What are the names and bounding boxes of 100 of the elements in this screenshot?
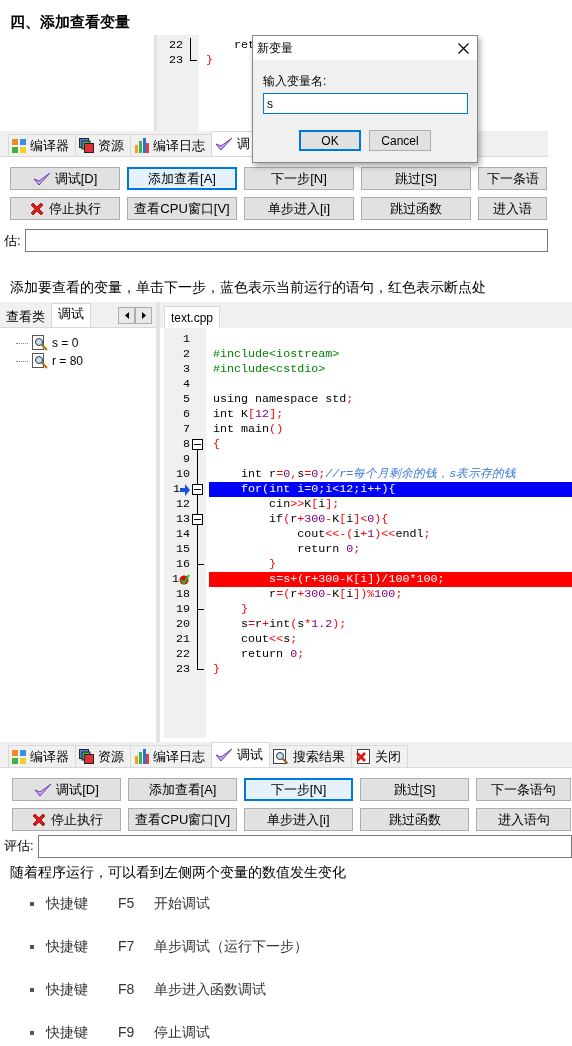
bullet-icon <box>30 901 34 906</box>
breakpoint-icon <box>179 574 190 585</box>
line-number: 22 <box>175 647 190 662</box>
panel-tab[interactable]: 资源 <box>75 745 131 767</box>
debug-button[interactable]: 添加查看[A] <box>127 167 237 190</box>
code-line: cout<<-(i+1)<<endl; <box>296 527 431 542</box>
code-line: using namespace std; <box>212 392 354 407</box>
debug-button[interactable]: 跳过函数 <box>361 197 471 220</box>
variable-name-field[interactable]: s <box>263 93 468 114</box>
tab-label: 资源 <box>98 136 124 155</box>
debug-button[interactable]: 下一步[N] <box>244 778 353 801</box>
line-number: 5 <box>183 392 190 407</box>
line-number: 8 <box>183 437 190 452</box>
code-line: #include<cstdio> <box>212 362 326 377</box>
debug-button[interactable]: 下一条语 <box>478 167 547 190</box>
debug-button[interactable]: 进入语 <box>478 197 547 220</box>
line-number: 1 <box>173 482 180 497</box>
line-number: 3 <box>183 362 190 377</box>
shortcut-action: 停止调试 <box>154 1023 210 1042</box>
shortcut-key: F8 <box>118 979 154 1000</box>
debug-button[interactable]: 下一条语句 <box>476 778 571 801</box>
line-number: 9 <box>183 452 190 467</box>
line-number: 2 <box>183 347 190 362</box>
tab-label: 资源 <box>98 747 124 766</box>
debug-button[interactable]: 调试[D] <box>10 167 120 190</box>
code-line: } <box>205 53 213 68</box>
line-number: 15 <box>175 542 190 557</box>
debug-button[interactable]: 跳过函数 <box>360 808 469 831</box>
bullet-icon <box>30 987 34 992</box>
dialog-button[interactable]: OK <box>299 130 361 151</box>
line-number: 14 <box>175 527 190 542</box>
panel-tab[interactable]: 编译日志 <box>130 134 212 156</box>
debug-button[interactable]: 单步进入[i] <box>244 808 353 831</box>
line-number: 21 <box>175 632 190 647</box>
watch-entry[interactable]: r = 80 <box>52 352 84 370</box>
close-icon <box>458 42 469 54</box>
debug-button[interactable]: 调试[D] <box>12 778 121 801</box>
debug-button[interactable]: 下一步[N] <box>244 167 354 190</box>
debug-button[interactable]: 单步进入[i] <box>244 197 354 220</box>
collapse-icon[interactable] <box>190 437 206 452</box>
debug-button[interactable]: 添加查看[A] <box>128 778 237 801</box>
line-number: 19 <box>175 602 190 617</box>
panel-tab[interactable]: 资源 <box>75 134 131 156</box>
code-line: } <box>268 557 277 572</box>
shortcut-action: 开始调试 <box>154 894 210 913</box>
code-line: if(r+300-K[i]<0){ <box>268 512 389 527</box>
code-line: } <box>212 662 220 677</box>
collapse-icon[interactable] <box>190 512 206 527</box>
tab-label: 调试 <box>237 746 263 765</box>
debug-button[interactable]: 查看CPU窗口[V] <box>127 197 237 220</box>
right-arrow-icon <box>141 312 146 319</box>
panel-tab[interactable]: 编译器 <box>8 134 76 156</box>
left-arrow-icon <box>124 312 129 319</box>
line-number: 16 <box>175 557 190 572</box>
check-icon <box>32 171 51 186</box>
bullet-icon <box>30 944 34 949</box>
grid-icon <box>12 749 26 764</box>
close-document-icon <box>355 748 371 765</box>
eval-field[interactable] <box>24 229 548 252</box>
bar-chart-icon <box>134 138 149 153</box>
panel-tab[interactable]: 调试 <box>51 303 91 327</box>
debug-button[interactable]: 跳过[S] <box>361 167 471 190</box>
panel-tab[interactable]: 关闭 <box>351 745 408 767</box>
line-number: 4 <box>183 377 190 392</box>
code-line: cout<<s; <box>240 632 298 647</box>
panel-tab[interactable]: 搜索结果 <box>269 745 352 767</box>
scroll-right-button[interactable] <box>135 307 152 324</box>
caption: 随着程序运行，可以看到左侧两个变量的数值发生变化 <box>10 863 347 882</box>
code-line: { <box>212 437 220 452</box>
code-line: } <box>240 602 249 617</box>
debug-button[interactable]: 进入语句 <box>476 808 571 831</box>
line-number: 1 <box>172 572 179 587</box>
collapse-icon[interactable] <box>190 482 206 497</box>
watch-entry[interactable]: s = 0 <box>52 334 79 352</box>
tab-label: 编译器 <box>30 136 69 155</box>
eval-field[interactable] <box>37 834 572 858</box>
debug-button[interactable]: 查看CPU窗口[V] <box>128 808 237 831</box>
code-line: s=r+int(s*1.2); <box>240 617 347 632</box>
dialog-button[interactable]: Cancel <box>369 130 431 151</box>
panel-tab[interactable]: 调试 <box>211 742 270 767</box>
debug-button[interactable]: 停止执行 <box>12 808 121 831</box>
line-number: 13 <box>175 512 190 527</box>
scroll-left-button[interactable] <box>118 307 135 324</box>
shortcut-label: 快捷键 <box>46 894 89 913</box>
cross-icon <box>30 811 47 828</box>
debug-button[interactable]: 跳过[S] <box>360 778 469 801</box>
panel-tab[interactable]: 编译日志 <box>130 745 212 767</box>
line-number: 20 <box>175 617 190 632</box>
panel-tab[interactable]: 查看类 <box>0 307 51 327</box>
panel-tab[interactable]: 编译器 <box>8 745 76 767</box>
fold-line <box>190 38 191 53</box>
file-tab[interactable]: text.cpp <box>164 306 221 328</box>
search-document-icon <box>273 748 289 765</box>
section-heading: 四、添加查看变量 <box>10 12 131 32</box>
debug-button[interactable]: 停止执行 <box>10 197 120 220</box>
tab-label: 搜索结果 <box>293 747 345 766</box>
tab-label: 编译器 <box>30 747 69 766</box>
line-number: 1 <box>183 332 190 347</box>
fold-end-line <box>197 662 204 670</box>
tab-label: 关闭 <box>375 747 401 766</box>
